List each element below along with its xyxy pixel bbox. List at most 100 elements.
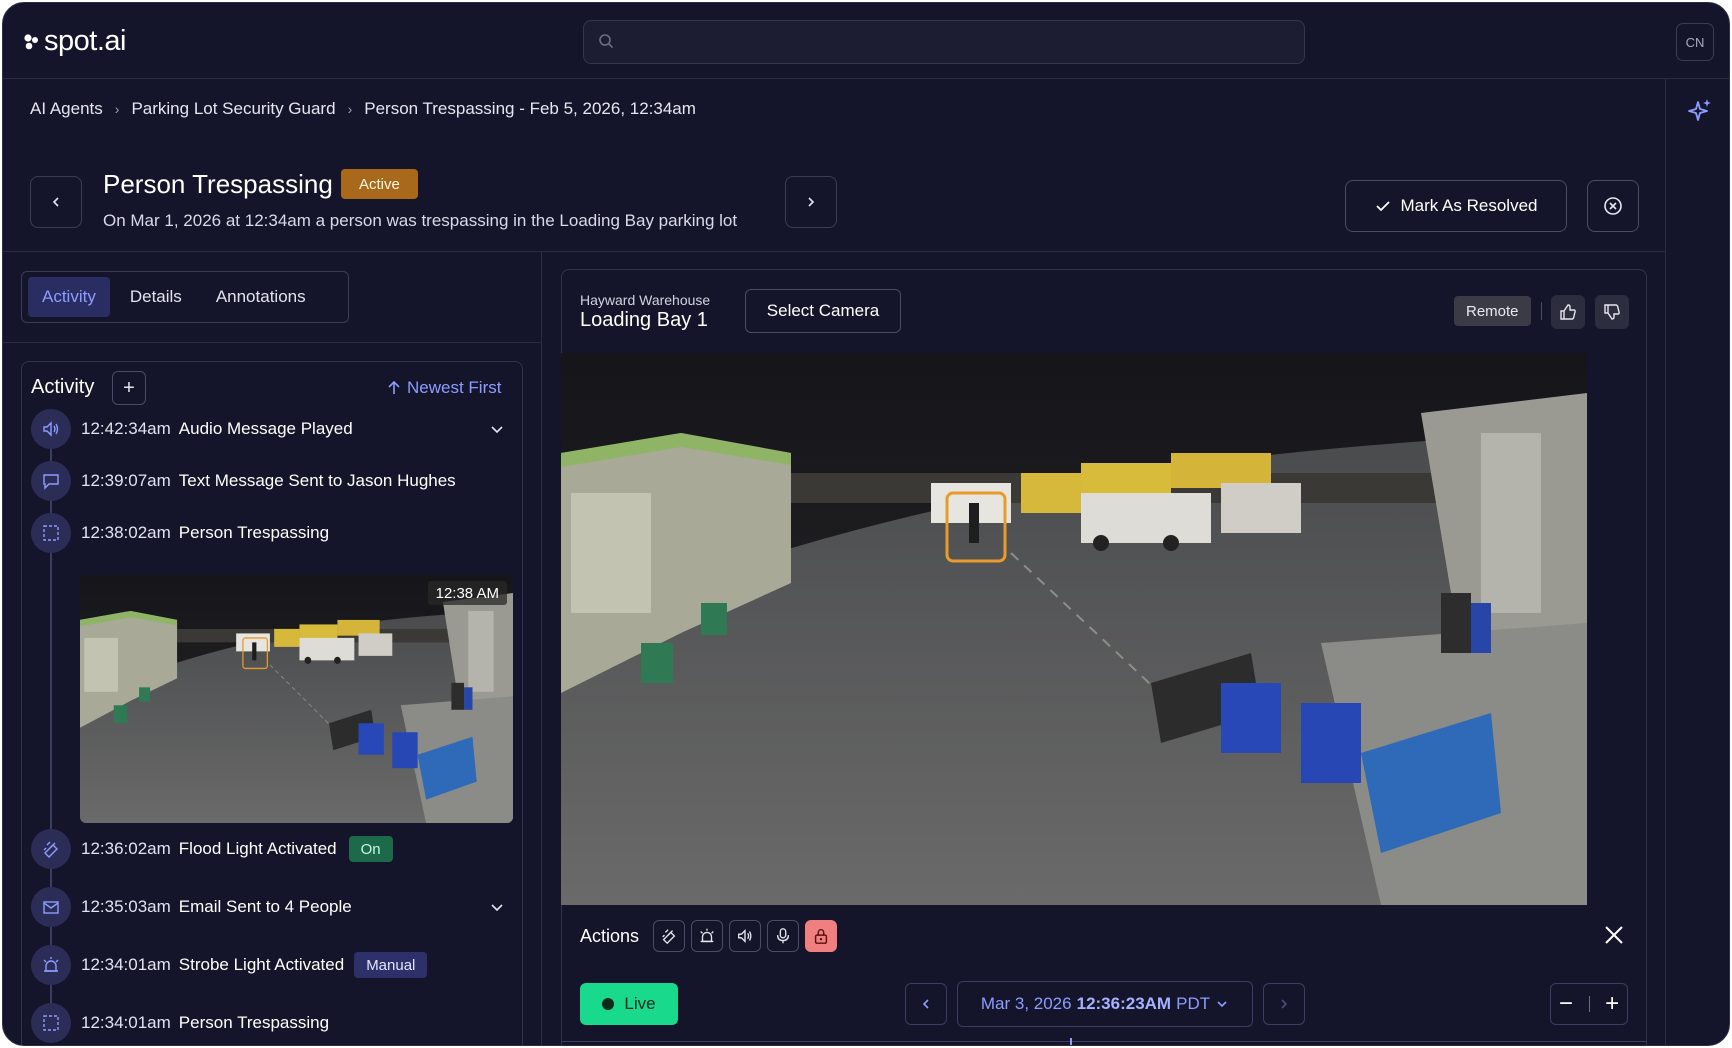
camera-scene-image — [561, 353, 1587, 905]
zoom-out-button[interactable]: − — [1559, 990, 1573, 1018]
camera-name: Loading Bay 1 — [580, 309, 708, 331]
activity-text: Flood Light Activated — [178, 839, 337, 858]
activity-item[interactable]: 12:42:34am Audio Message Played — [31, 409, 521, 449]
sort-toggle[interactable]: Newest First — [387, 378, 501, 398]
timeline-track[interactable] — [561, 1041, 1647, 1042]
close-actions-icon[interactable] — [1603, 924, 1625, 946]
email-icon — [31, 887, 71, 927]
microphone-action-button[interactable] — [767, 920, 799, 952]
speaker-icon — [738, 928, 752, 944]
previous-alert-button[interactable] — [30, 176, 82, 228]
dismiss-alert-button[interactable] — [1587, 180, 1639, 232]
activity-text: Person Trespassing — [178, 523, 330, 542]
logo-text: spot.ai — [44, 25, 126, 57]
microphone-icon — [776, 928, 790, 944]
logo[interactable]: spot.ai — [23, 25, 126, 58]
activity-time: 12:36:02am — [81, 839, 171, 858]
chevron-left-icon — [922, 999, 929, 1009]
breadcrumb-item[interactable]: Parking Lot Security Guard — [131, 99, 335, 119]
activity-item[interactable]: 12:36:02am Flood Light Activated On — [31, 829, 393, 869]
logo-icon — [24, 33, 38, 49]
datetime-picker[interactable]: Mar 3, 2026 12:36:23AM PDT — [957, 981, 1253, 1027]
mark-resolved-button[interactable]: Mark As Resolved — [1345, 180, 1567, 232]
activity-time: 12:35:03am — [81, 897, 171, 916]
avatar[interactable]: CN — [1676, 23, 1714, 61]
activity-item[interactable]: 12:38:02am Person Trespassing — [31, 513, 329, 553]
lock-icon — [814, 929, 828, 944]
top-bar: spot.ai CN — [3, 3, 1729, 79]
add-activity-button[interactable]: + — [112, 371, 146, 405]
alert-description: On Mar 1, 2026 at 12:34am a person was t… — [103, 211, 738, 230]
previous-time-button[interactable] — [905, 983, 947, 1025]
zoom-control: − + — [1550, 983, 1628, 1025]
select-camera-button[interactable]: Select Camera — [745, 289, 901, 333]
activity-time: 12:38:02am — [81, 523, 171, 542]
chevron-down-icon — [1217, 1001, 1227, 1008]
activity-item[interactable]: 12:34:01am Person Trespassing — [31, 1003, 329, 1043]
right-rail — [1665, 79, 1729, 1045]
close-circle-icon — [1604, 197, 1622, 215]
arrow-up-icon — [388, 380, 400, 394]
search-icon — [599, 34, 614, 49]
divider — [1541, 302, 1542, 320]
tab-details[interactable]: Details — [116, 277, 196, 317]
timeline-playhead[interactable] — [1070, 1038, 1072, 1045]
floodlight-action-button[interactable] — [653, 920, 685, 952]
speaker-icon — [31, 409, 71, 449]
lock-action-button[interactable] — [805, 920, 837, 952]
playback-timezone: PDT — [1176, 994, 1211, 1013]
strobe-icon — [700, 928, 714, 943]
mark-resolved-label: Mark As Resolved — [1400, 196, 1538, 215]
actions-label: Actions — [580, 926, 640, 946]
playback-date: Mar 3, 2026 — [980, 994, 1072, 1013]
tabs-divider — [3, 342, 541, 343]
strobe-icon — [31, 945, 71, 985]
thumbs-down-button[interactable] — [1595, 295, 1629, 329]
chevron-down-icon[interactable] — [489, 421, 505, 437]
chevron-down-icon[interactable] — [489, 899, 505, 915]
chevron-right-icon — [808, 197, 815, 207]
activity-time: 12:34:01am — [81, 955, 171, 974]
live-label: Live — [624, 994, 656, 1013]
floodlight-icon — [662, 929, 676, 945]
activity-text: Strobe Light Activated — [178, 955, 345, 974]
search-bar[interactable] — [583, 20, 1305, 64]
breadcrumb-item[interactable]: AI Agents — [30, 99, 103, 119]
activity-item[interactable]: 12:34:01am Strobe Light Activated Manual — [31, 945, 428, 985]
ai-sparkle-icon[interactable] — [1686, 97, 1714, 125]
chevron-right-icon — [1281, 999, 1288, 1009]
live-button[interactable]: Live — [580, 983, 678, 1025]
strobe-action-button[interactable] — [691, 920, 723, 952]
thumbs-up-icon — [1560, 304, 1576, 320]
status-badge: Active — [341, 169, 418, 199]
activity-item[interactable]: 12:35:03am Email Sent to 4 People — [31, 887, 521, 927]
status-badge-on: On — [348, 836, 393, 862]
playback-time: 12:36:23AM — [1076, 994, 1172, 1013]
search-input[interactable] — [624, 21, 1294, 63]
zoom-in-button[interactable]: + — [1605, 990, 1619, 1018]
camera-video-feed[interactable] — [561, 353, 1587, 905]
activity-text: Email Sent to 4 People — [178, 897, 352, 916]
thumbs-up-button[interactable] — [1551, 295, 1585, 329]
detection-icon — [31, 513, 71, 553]
header-divider — [3, 251, 1665, 252]
remote-badge: Remote — [1454, 296, 1531, 326]
thumbnail-scene-image — [80, 575, 513, 823]
activity-time: 12:42:34am — [81, 419, 171, 438]
chevron-right-icon: › — [347, 101, 353, 117]
detection-icon — [31, 1003, 71, 1043]
activity-item[interactable]: 12:39:07am Text Message Sent to Jason Hu… — [31, 461, 456, 501]
tab-annotations[interactable]: Annotations — [202, 277, 320, 317]
thumbs-down-icon — [1604, 304, 1620, 320]
tab-activity[interactable]: Activity — [28, 277, 110, 317]
status-badge-manual: Manual — [354, 952, 428, 978]
event-thumbnail[interactable]: 12:38 AM — [80, 575, 513, 823]
next-time-button[interactable] — [1263, 983, 1305, 1025]
page-title: Person Trespassing — [103, 169, 333, 199]
next-alert-button[interactable] — [785, 176, 837, 228]
live-dot-icon — [602, 998, 615, 1010]
speaker-action-button[interactable] — [729, 920, 761, 952]
chevron-right-icon: › — [114, 101, 120, 117]
tab-bar: Activity Details Annotations — [21, 271, 349, 323]
camera-site: Hayward Warehouse — [580, 292, 711, 308]
